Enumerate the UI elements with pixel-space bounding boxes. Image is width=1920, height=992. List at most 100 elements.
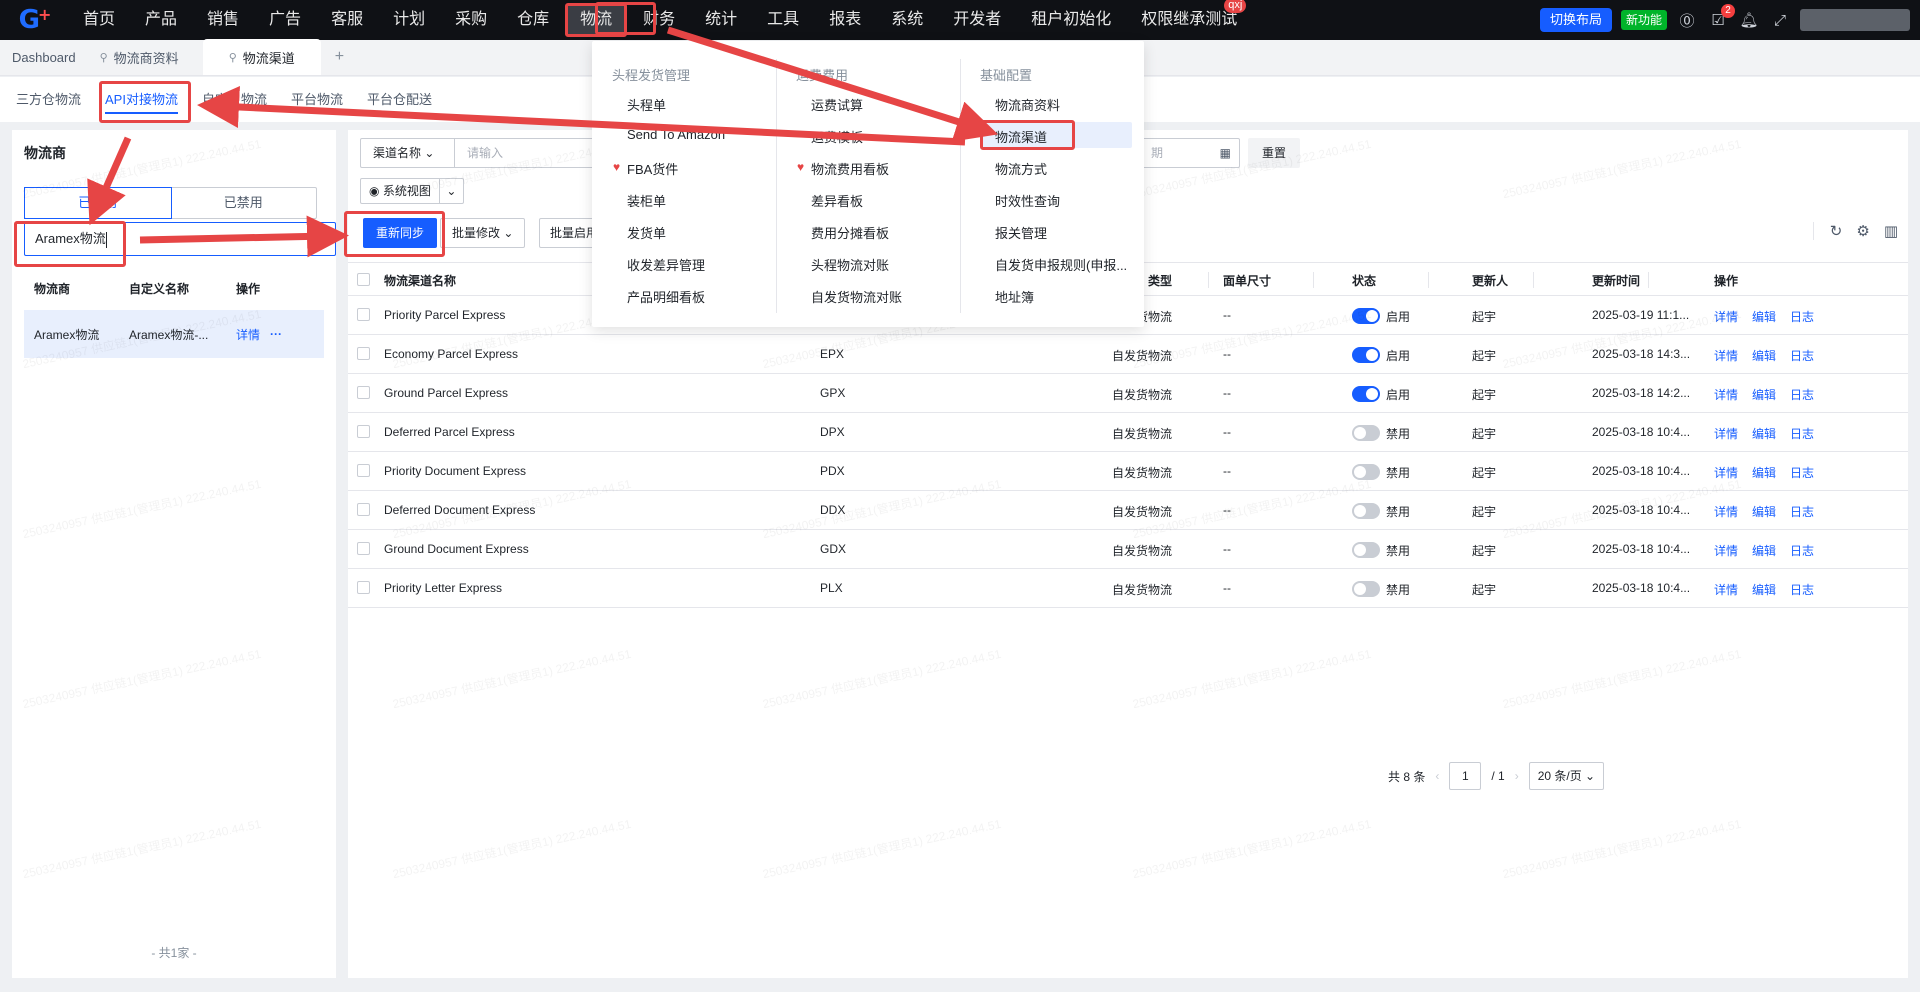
tab-logistics-channel[interactable]: ⚲ 物流渠道	[202, 39, 321, 75]
log-link[interactable]: 日志	[1790, 425, 1814, 442]
settings-icon[interactable]: ⚙	[1856, 222, 1869, 240]
menu-link[interactable]: 物流商资料	[995, 95, 1060, 114]
edit-link[interactable]: 编辑	[1752, 464, 1776, 481]
row-checkbox[interactable]	[357, 581, 370, 594]
carrier-row[interactable]: Aramex物流 Aramex物流-... 详情 ···	[24, 310, 324, 358]
menu-item[interactable]: 计划	[378, 0, 440, 40]
app-logo[interactable]: G+	[0, 0, 68, 40]
columns-icon[interactable]: ▥	[1884, 222, 1898, 240]
switch-layout-button[interactable]: 切换布局	[1539, 8, 1612, 32]
bell-icon[interactable]: 🔔︎	[1738, 11, 1760, 29]
date-range-input[interactable]: 期 ▦	[1138, 138, 1240, 168]
table-row[interactable]: Priority Document Express PDX 自发货物流 -- 禁用 起宇 2…	[348, 452, 1908, 491]
detail-link[interactable]: 详情	[1714, 581, 1738, 598]
fullscreen-icon[interactable]: ⤢	[1769, 12, 1791, 29]
edit-link[interactable]: 编辑	[1752, 503, 1776, 520]
menu-link[interactable]: 费用分摊看板	[811, 223, 889, 242]
menu-item[interactable]: 广告	[254, 0, 316, 40]
log-link[interactable]: 日志	[1790, 503, 1814, 520]
detail-link[interactable]: 详情	[1714, 386, 1738, 403]
menu-item[interactable]: 财务	[628, 0, 690, 40]
resync-button[interactable]: 重新同步	[363, 218, 438, 248]
menu-link[interactable]: 运费模板	[811, 127, 863, 146]
next-page-icon[interactable]: ›	[1515, 769, 1519, 783]
status-toggle[interactable]	[1352, 425, 1380, 441]
tab-carrier-profile[interactable]: ⚲ 物流商资料	[88, 39, 191, 75]
status-toggle[interactable]	[1352, 581, 1380, 597]
menu-item[interactable]: 统计	[690, 0, 752, 40]
add-tab-icon[interactable]: +	[321, 39, 358, 75]
detail-link[interactable]: 详情	[1714, 464, 1738, 481]
menu-link[interactable]: 运费试算	[811, 95, 863, 114]
menu-link[interactable]: 自发货物流对账	[811, 287, 902, 306]
table-row[interactable]: Deferred Parcel Express DPX 自发货物流 -- 禁用 起宇 202…	[348, 413, 1908, 452]
menu-item[interactable]: 客服	[316, 0, 378, 40]
row-checkbox[interactable]	[357, 386, 370, 399]
table-row[interactable]: Ground Parcel Express GPX 自发货物流 -- 启用 起宇 2025-…	[348, 374, 1908, 413]
edit-link[interactable]: 编辑	[1752, 581, 1776, 598]
menu-link[interactable]: 物流方式	[995, 159, 1047, 178]
menu-item[interactable]: 开发者	[938, 0, 1016, 40]
sub-tab[interactable]: 三方仓物流	[4, 77, 93, 122]
menu-item[interactable]: 销售	[192, 0, 254, 40]
chevron-down-icon[interactable]: ⌄	[438, 179, 463, 203]
edit-link[interactable]: 编辑	[1752, 347, 1776, 364]
row-checkbox[interactable]	[357, 464, 370, 477]
menu-item[interactable]: 仓库	[502, 0, 564, 40]
edit-link[interactable]: 编辑	[1752, 308, 1776, 325]
detail-link[interactable]: 详情	[1714, 308, 1738, 325]
log-link[interactable]: 日志	[1790, 464, 1814, 481]
sub-tab[interactable]: 平台仓配送	[355, 77, 444, 122]
row-checkbox[interactable]	[357, 347, 370, 360]
menu-link[interactable]: 产品明细看板	[627, 287, 705, 306]
more-icon[interactable]: ···	[270, 327, 282, 341]
menu-link[interactable]: ♥ FBA货件	[613, 159, 678, 178]
menu-link[interactable]: 自发货申报规则(申报...	[995, 255, 1127, 274]
menu-item[interactable]: 首页	[68, 0, 130, 40]
status-toggle[interactable]	[1352, 347, 1380, 363]
batch-edit-button[interactable]: 批量修改 ⌄	[440, 218, 526, 248]
log-link[interactable]: 日志	[1790, 581, 1814, 598]
menu-link[interactable]: 物流渠道	[995, 127, 1047, 146]
detail-link[interactable]: 详情	[1714, 542, 1738, 559]
page-input[interactable]: 1	[1449, 762, 1482, 790]
menu-item[interactable]: 系统	[876, 0, 938, 40]
carrier-detail-link[interactable]: 详情	[236, 326, 270, 343]
row-checkbox[interactable]	[357, 308, 370, 321]
sub-tab[interactable]: API对接物流	[93, 77, 190, 122]
menu-link[interactable]: 时效性查询	[995, 191, 1060, 210]
menu-item[interactable]: 租户初始化	[1016, 0, 1126, 40]
menu-item[interactable]: 权限继承测试 qxj	[1126, 0, 1252, 40]
menu-link[interactable]: 收发差异管理	[627, 255, 705, 274]
edit-link[interactable]: 编辑	[1752, 425, 1776, 442]
log-link[interactable]: 日志	[1790, 542, 1814, 559]
detail-link[interactable]: 详情	[1714, 503, 1738, 520]
log-link[interactable]: 日志	[1790, 347, 1814, 364]
table-row[interactable]: Ground Document Express GDX 自发货物流 -- 禁用 起宇 202…	[348, 530, 1908, 569]
menu-link[interactable]: 装柜单	[627, 191, 666, 210]
menu-item[interactable]: 报表	[814, 0, 876, 40]
task-icon[interactable]: ☑ 2	[1707, 4, 1735, 29]
status-toggle[interactable]	[1352, 464, 1380, 480]
menu-item[interactable]: 采购	[440, 0, 502, 40]
carrier-search-input[interactable]: Aramex物流	[24, 222, 336, 256]
status-toggle[interactable]	[1352, 503, 1380, 519]
menu-item[interactable]: 物流	[565, 3, 628, 37]
status-toggle[interactable]	[1352, 542, 1380, 558]
select-all-checkbox[interactable]	[357, 273, 370, 286]
refresh-icon[interactable]: ↻	[1830, 222, 1843, 240]
menu-link[interactable]: 地址簿	[995, 287, 1034, 306]
segment-enabled[interactable]: 已启用	[24, 187, 172, 219]
table-row[interactable]: Deferred Document Express DDX 自发货物流 -- 禁用 起宇 2…	[348, 491, 1908, 530]
reset-button[interactable]: 重置	[1248, 138, 1301, 168]
menu-link[interactable]: 差异看板	[811, 191, 863, 210]
log-link[interactable]: 日志	[1790, 308, 1814, 325]
table-row[interactable]: Priority Letter Express PLX 自发货物流 -- 禁用 起宇 202…	[348, 569, 1908, 608]
log-link[interactable]: 日志	[1790, 386, 1814, 403]
detail-link[interactable]: 详情	[1714, 425, 1738, 442]
currency-icon[interactable]: ⓪	[1676, 10, 1698, 31]
edit-link[interactable]: 编辑	[1752, 542, 1776, 559]
user-avatar[interactable]	[1800, 9, 1910, 31]
menu-link[interactable]: 头程单	[627, 95, 666, 114]
row-checkbox[interactable]	[357, 425, 370, 438]
